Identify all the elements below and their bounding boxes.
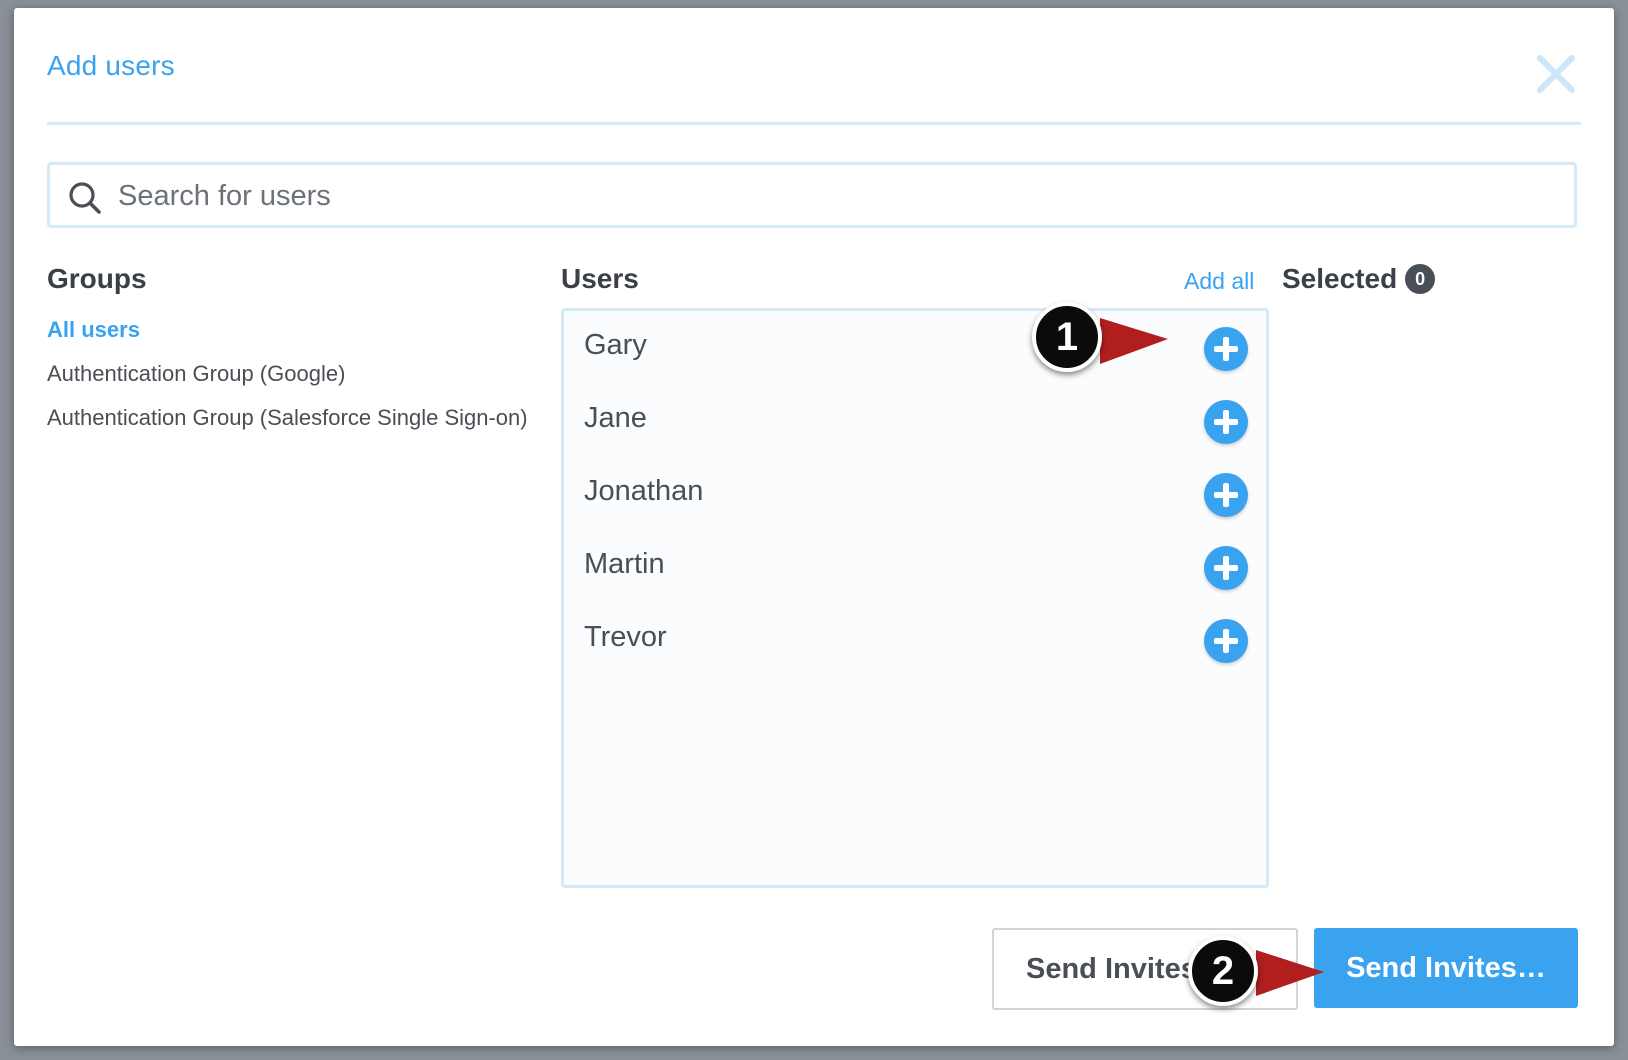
group-item-salesforce[interactable]: Authentication Group (Salesforce Single …: [47, 396, 528, 440]
send-invites-dialog-button[interactable]: Send Invites…: [1314, 928, 1578, 1008]
add-user-button[interactable]: [1204, 400, 1248, 444]
selected-label: Selected: [1282, 263, 1398, 294]
search-input[interactable]: [116, 175, 1560, 217]
user-name: Jane: [584, 402, 647, 434]
group-item-all-users[interactable]: All users: [47, 308, 528, 352]
user-name: Martin: [584, 548, 665, 580]
add-user-button[interactable]: [1204, 546, 1248, 590]
search-icon: [69, 182, 101, 214]
list-item: Trevor: [564, 603, 1266, 679]
search-box: [47, 162, 1577, 228]
selected-heading: Selected 0: [1282, 263, 1436, 295]
groups-heading: Groups: [47, 263, 147, 294]
annotation-arrow-2: [1256, 950, 1324, 996]
list-item: Jonathan: [564, 457, 1266, 533]
title-divider: [47, 122, 1581, 125]
user-name: Jonathan: [584, 475, 704, 507]
list-item: Martin: [564, 530, 1266, 606]
add-users-modal: Add users Groups All users Authenticatio…: [14, 8, 1614, 1046]
add-all-link[interactable]: Add all: [1184, 268, 1254, 295]
user-name: Gary: [584, 329, 647, 361]
annotation-callout-1: 1: [1032, 302, 1102, 372]
annotation-callout-2: 2: [1188, 936, 1258, 1006]
group-list: All users Authentication Group (Google) …: [47, 308, 528, 440]
modal-title: Add users: [47, 50, 175, 81]
add-user-button[interactable]: [1204, 473, 1248, 517]
close-x-icon: [1537, 55, 1575, 93]
user-name: Trevor: [584, 621, 667, 653]
selected-count-badge: 0: [1405, 264, 1436, 294]
annotation-arrow-1: [1100, 318, 1168, 364]
add-user-button[interactable]: [1204, 327, 1248, 371]
add-user-button[interactable]: [1204, 619, 1248, 663]
close-button[interactable]: [1534, 52, 1578, 96]
list-item: Jane: [564, 384, 1266, 460]
group-item-google[interactable]: Authentication Group (Google): [47, 352, 528, 396]
users-heading: Users: [561, 263, 639, 294]
users-list: Gary Jane Jonathan Martin Trevor: [561, 308, 1269, 888]
